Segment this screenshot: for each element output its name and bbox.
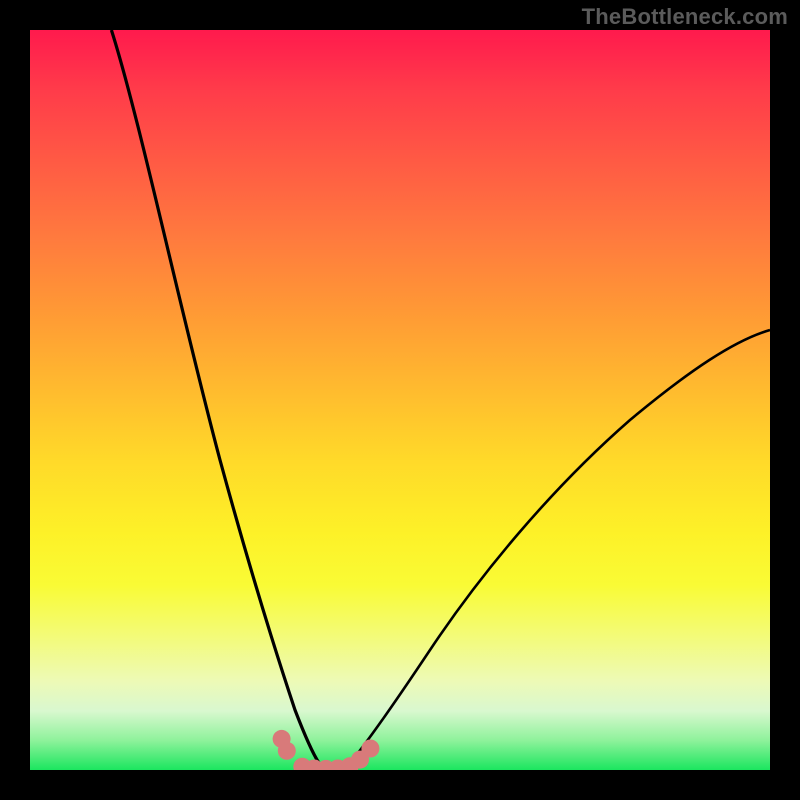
marker-layer xyxy=(273,730,380,770)
curve-right-branch xyxy=(350,330,770,763)
attribution-text: TheBottleneck.com xyxy=(582,4,788,30)
curve-layer xyxy=(111,30,770,769)
chart-svg xyxy=(30,30,770,770)
marker-dot xyxy=(278,742,296,760)
outer-frame: TheBottleneck.com xyxy=(0,0,800,800)
plot-area xyxy=(30,30,770,770)
marker-dot xyxy=(361,740,379,758)
curve-left-branch xyxy=(111,30,319,763)
